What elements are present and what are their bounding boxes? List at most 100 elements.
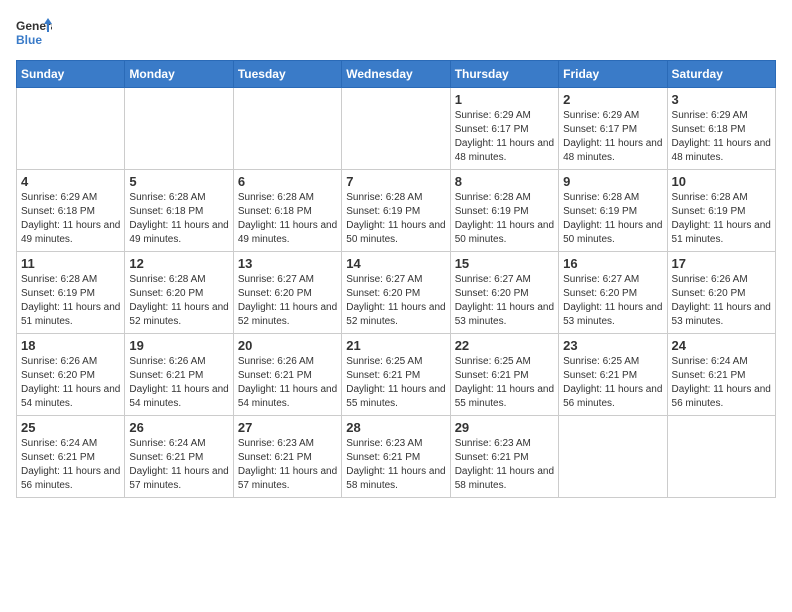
day-info: Sunrise: 6:26 AMSunset: 6:21 PMDaylight:… — [129, 355, 228, 411]
day-number: 28 — [346, 420, 445, 435]
day-info: Sunrise: 6:27 AMSunset: 6:20 PMDaylight:… — [346, 273, 445, 329]
day-number: 16 — [563, 256, 662, 271]
calendar-cell: 1 Sunrise: 6:29 AMSunset: 6:17 PMDaylight… — [450, 88, 558, 170]
day-info: Sunrise: 6:25 AMSunset: 6:21 PMDaylight:… — [455, 355, 554, 411]
calendar-cell: 8 Sunrise: 6:28 AMSunset: 6:19 PMDaylight… — [450, 170, 558, 252]
calendar-cell: 24 Sunrise: 6:24 AMSunset: 6:21 PMDayligh… — [667, 334, 775, 416]
calendar-cell: 20 Sunrise: 6:26 AMSunset: 6:21 PMDayligh… — [233, 334, 341, 416]
header: General Blue — [16, 16, 776, 52]
day-info: Sunrise: 6:27 AMSunset: 6:20 PMDaylight:… — [455, 273, 554, 329]
day-info: Sunrise: 6:23 AMSunset: 6:21 PMDaylight:… — [238, 437, 337, 493]
day-info: Sunrise: 6:26 AMSunset: 6:20 PMDaylight:… — [672, 273, 771, 329]
week-row-0: 1 Sunrise: 6:29 AMSunset: 6:17 PMDaylight… — [17, 88, 776, 170]
day-header-saturday: Saturday — [667, 61, 775, 88]
day-info: Sunrise: 6:29 AMSunset: 6:18 PMDaylight:… — [672, 109, 771, 165]
calendar-cell — [125, 88, 233, 170]
day-number: 25 — [21, 420, 120, 435]
calendar-cell: 10 Sunrise: 6:28 AMSunset: 6:19 PMDayligh… — [667, 170, 775, 252]
day-info: Sunrise: 6:28 AMSunset: 6:18 PMDaylight:… — [238, 191, 337, 247]
day-info: Sunrise: 6:28 AMSunset: 6:18 PMDaylight:… — [129, 191, 228, 247]
week-row-2: 11Sunrise: 6:28 AMSunset: 6:19 PMDayligh… — [17, 252, 776, 334]
calendar-cell: 19 Sunrise: 6:26 AMSunset: 6:21 PMDayligh… — [125, 334, 233, 416]
day-number: 10 — [672, 174, 771, 189]
calendar-cell: 2 Sunrise: 6:29 AMSunset: 6:17 PMDaylight… — [559, 88, 667, 170]
day-info: Sunrise: 6:24 AMSunset: 6:21 PMDaylight:… — [129, 437, 228, 493]
day-info: Sunrise: 6:28 AMSunset: 6:19 PMDaylight:… — [563, 191, 662, 247]
day-number: 5 — [129, 174, 228, 189]
day-number: 19 — [129, 338, 228, 353]
day-info: Sunrise: 6:26 AMSunset: 6:20 PMDaylight:… — [21, 355, 120, 411]
calendar-table: SundayMondayTuesdayWednesdayThursdayFrid… — [16, 60, 776, 498]
day-number: 12 — [129, 256, 228, 271]
calendar-cell: 28 Sunrise: 6:23 AMSunset: 6:21 PMDayligh… — [342, 416, 450, 498]
calendar-cell: 16 Sunrise: 6:27 AMSunset: 6:20 PMDayligh… — [559, 252, 667, 334]
day-info: Sunrise: 6:29 AMSunset: 6:17 PMDaylight:… — [455, 109, 554, 165]
day-info: Sunrise: 6:25 AMSunset: 6:21 PMDaylight:… — [563, 355, 662, 411]
week-row-3: 18 Sunrise: 6:26 AMSunset: 6:20 PMDayligh… — [17, 334, 776, 416]
day-info: Sunrise: 6:29 AMSunset: 6:17 PMDaylight:… — [563, 109, 662, 165]
calendar-cell: 15 Sunrise: 6:27 AMSunset: 6:20 PMDayligh… — [450, 252, 558, 334]
calendar-cell: 4Sunrise: 6:29 AMSunset: 6:18 PMDaylight… — [17, 170, 125, 252]
logo: General Blue — [16, 16, 52, 52]
calendar-cell — [667, 416, 775, 498]
day-number: 8 — [455, 174, 554, 189]
day-number: 23 — [563, 338, 662, 353]
week-row-4: 25 Sunrise: 6:24 AMSunset: 6:21 PMDayligh… — [17, 416, 776, 498]
day-number: 21 — [346, 338, 445, 353]
calendar-cell: 29Sunrise: 6:23 AMSunset: 6:21 PMDayligh… — [450, 416, 558, 498]
day-number: 15 — [455, 256, 554, 271]
day-info: Sunrise: 6:23 AMSunset: 6:21 PMDaylight:… — [346, 437, 445, 493]
day-header-wednesday: Wednesday — [342, 61, 450, 88]
day-header-tuesday: Tuesday — [233, 61, 341, 88]
day-number: 24 — [672, 338, 771, 353]
calendar-cell: 6 Sunrise: 6:28 AMSunset: 6:18 PMDaylight… — [233, 170, 341, 252]
day-info: Sunrise: 6:28 AMSunset: 6:19 PMDaylight:… — [455, 191, 554, 247]
day-header-thursday: Thursday — [450, 61, 558, 88]
day-info: Sunrise: 6:27 AMSunset: 6:20 PMDaylight:… — [563, 273, 662, 329]
day-number: 9 — [563, 174, 662, 189]
day-number: 3 — [672, 92, 771, 107]
day-number: 4 — [21, 174, 120, 189]
day-header-sunday: Sunday — [17, 61, 125, 88]
day-info: Sunrise: 6:26 AMSunset: 6:21 PMDaylight:… — [238, 355, 337, 411]
day-number: 13 — [238, 256, 337, 271]
calendar-cell: 9 Sunrise: 6:28 AMSunset: 6:19 PMDaylight… — [559, 170, 667, 252]
calendar-cell: 18 Sunrise: 6:26 AMSunset: 6:20 PMDayligh… — [17, 334, 125, 416]
day-info: Sunrise: 6:24 AMSunset: 6:21 PMDaylight:… — [21, 437, 120, 493]
day-number: 14 — [346, 256, 445, 271]
logo-svg: General Blue — [16, 16, 52, 52]
day-info: Sunrise: 6:28 AMSunset: 6:19 PMDaylight:… — [672, 191, 771, 247]
day-info: Sunrise: 6:24 AMSunset: 6:21 PMDaylight:… — [672, 355, 771, 411]
days-header-row: SundayMondayTuesdayWednesdayThursdayFrid… — [17, 61, 776, 88]
calendar-cell: 17 Sunrise: 6:26 AMSunset: 6:20 PMDayligh… — [667, 252, 775, 334]
day-number: 20 — [238, 338, 337, 353]
day-header-friday: Friday — [559, 61, 667, 88]
day-header-monday: Monday — [125, 61, 233, 88]
day-number: 17 — [672, 256, 771, 271]
day-info: Sunrise: 6:28 AMSunset: 6:20 PMDaylight:… — [129, 273, 228, 329]
day-info: Sunrise: 6:25 AMSunset: 6:21 PMDaylight:… — [346, 355, 445, 411]
calendar-cell — [233, 88, 341, 170]
calendar-cell: 3 Sunrise: 6:29 AMSunset: 6:18 PMDaylight… — [667, 88, 775, 170]
calendar-cell: 5 Sunrise: 6:28 AMSunset: 6:18 PMDaylight… — [125, 170, 233, 252]
calendar-cell: 12 Sunrise: 6:28 AMSunset: 6:20 PMDayligh… — [125, 252, 233, 334]
svg-text:Blue: Blue — [16, 33, 42, 47]
calendar-cell — [342, 88, 450, 170]
week-row-1: 4Sunrise: 6:29 AMSunset: 6:18 PMDaylight… — [17, 170, 776, 252]
calendar-cell: 26Sunrise: 6:24 AMSunset: 6:21 PMDayligh… — [125, 416, 233, 498]
day-number: 22 — [455, 338, 554, 353]
calendar-cell: 23 Sunrise: 6:25 AMSunset: 6:21 PMDayligh… — [559, 334, 667, 416]
calendar-body: 1 Sunrise: 6:29 AMSunset: 6:17 PMDaylight… — [17, 88, 776, 498]
day-number: 18 — [21, 338, 120, 353]
calendar-cell: 13 Sunrise: 6:27 AMSunset: 6:20 PMDayligh… — [233, 252, 341, 334]
day-info: Sunrise: 6:28 AMSunset: 6:19 PMDaylight:… — [346, 191, 445, 247]
day-info: Sunrise: 6:27 AMSunset: 6:20 PMDaylight:… — [238, 273, 337, 329]
day-number: 1 — [455, 92, 554, 107]
day-number: 2 — [563, 92, 662, 107]
day-number: 29 — [455, 420, 554, 435]
day-number: 6 — [238, 174, 337, 189]
calendar-cell: 27 Sunrise: 6:23 AMSunset: 6:21 PMDayligh… — [233, 416, 341, 498]
day-number: 27 — [238, 420, 337, 435]
day-number: 11 — [21, 256, 120, 271]
calendar-cell — [17, 88, 125, 170]
